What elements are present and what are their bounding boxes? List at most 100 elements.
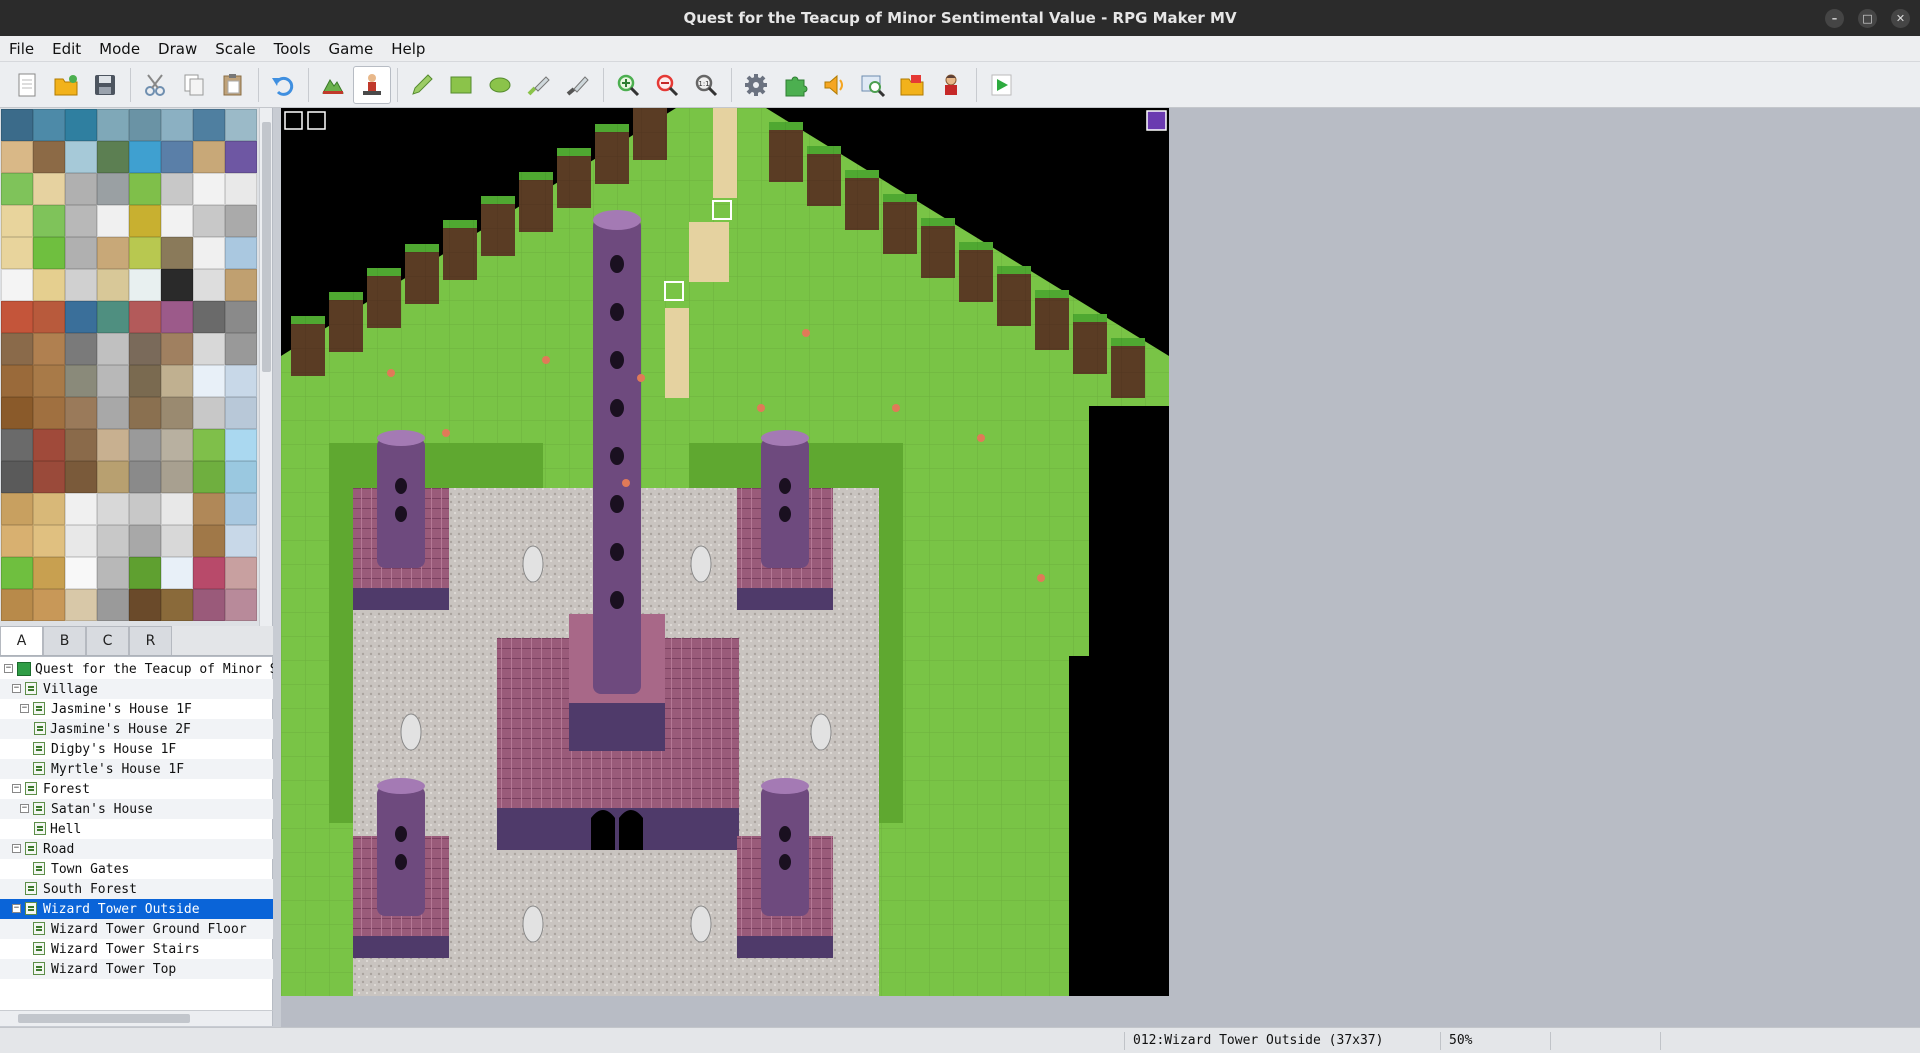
tileset-tile[interactable] bbox=[1, 461, 33, 493]
tileset-tile[interactable] bbox=[129, 205, 161, 237]
tileset-tile[interactable] bbox=[33, 493, 65, 525]
tileset-tile[interactable] bbox=[161, 237, 193, 269]
tileset-tile[interactable] bbox=[33, 333, 65, 365]
tileset-tile[interactable] bbox=[225, 301, 257, 333]
collapse-toggle-icon[interactable]: − bbox=[12, 904, 21, 913]
tileset-tile[interactable] bbox=[1, 237, 33, 269]
tileset-tile[interactable] bbox=[129, 365, 161, 397]
zoom-out-button[interactable] bbox=[648, 66, 686, 104]
tileset-tile[interactable] bbox=[97, 365, 129, 397]
tileset-tile[interactable] bbox=[97, 269, 129, 301]
tileset-tile[interactable] bbox=[33, 365, 65, 397]
tileset-tile[interactable] bbox=[1, 109, 33, 141]
map-tree-item[interactable]: Wizard Tower Ground Floor bbox=[0, 919, 273, 939]
tileset-tile[interactable] bbox=[161, 525, 193, 557]
shadow-pen-button[interactable] bbox=[559, 66, 597, 104]
map-tree-item[interactable]: Digby's House 1F bbox=[0, 739, 273, 759]
tileset-tile[interactable] bbox=[1, 269, 33, 301]
open-project-button[interactable] bbox=[47, 66, 85, 104]
tileset-tile[interactable] bbox=[97, 397, 129, 429]
tileset-tile[interactable] bbox=[225, 365, 257, 397]
tileset-tile[interactable] bbox=[33, 397, 65, 429]
map-render[interactable] bbox=[281, 108, 1169, 996]
collapse-toggle-icon[interactable]: − bbox=[12, 684, 21, 693]
tileset-tile[interactable] bbox=[33, 173, 65, 205]
tileset-tile[interactable] bbox=[33, 429, 65, 461]
tileset-tile[interactable] bbox=[225, 141, 257, 173]
map-tree-item[interactable]: Wizard Tower Stairs bbox=[0, 939, 273, 959]
tileset-tile[interactable] bbox=[97, 237, 129, 269]
tab-a[interactable]: A bbox=[0, 626, 43, 655]
rectangle-button[interactable] bbox=[442, 66, 480, 104]
tileset-tile[interactable] bbox=[33, 557, 65, 589]
map-tree-scroll-thumb[interactable] bbox=[18, 1014, 190, 1023]
map-tree-item[interactable]: − Village bbox=[0, 679, 273, 699]
tileset-scroll-thumb[interactable] bbox=[262, 122, 271, 372]
map-tree-item[interactable]: − Wizard Tower Outside bbox=[0, 899, 273, 919]
tileset-tile[interactable] bbox=[1, 173, 33, 205]
paste-button[interactable] bbox=[214, 66, 252, 104]
tileset-tile[interactable] bbox=[129, 397, 161, 429]
map-tree-item[interactable]: South Forest bbox=[0, 879, 273, 899]
close-icon[interactable]: ✕ bbox=[1891, 9, 1910, 28]
menu-file[interactable]: File bbox=[0, 40, 43, 58]
tileset-tile[interactable] bbox=[193, 205, 225, 237]
tileset-tile[interactable] bbox=[65, 301, 97, 333]
tileset-tile[interactable] bbox=[33, 301, 65, 333]
tileset-tile[interactable] bbox=[225, 589, 257, 621]
event-mode-button[interactable] bbox=[353, 65, 391, 104]
collapse-toggle-icon[interactable]: − bbox=[12, 844, 21, 853]
event-searcher-button[interactable] bbox=[854, 66, 892, 104]
tileset-tile[interactable] bbox=[129, 269, 161, 301]
tileset-tile[interactable] bbox=[161, 589, 193, 621]
tileset-tile[interactable] bbox=[33, 237, 65, 269]
tileset-tile[interactable] bbox=[129, 429, 161, 461]
tileset-tile[interactable] bbox=[65, 589, 97, 621]
map-tree-item[interactable]: Town Gates bbox=[0, 859, 273, 879]
tileset-tile[interactable] bbox=[193, 269, 225, 301]
tileset-tile[interactable] bbox=[161, 461, 193, 493]
tileset-tile[interactable] bbox=[161, 557, 193, 589]
tab-r[interactable]: R bbox=[129, 626, 172, 655]
map-tree-item[interactable]: − Jasmine's House 1F bbox=[0, 699, 273, 719]
collapse-toggle-icon[interactable]: − bbox=[20, 804, 29, 813]
tileset-tile[interactable] bbox=[65, 365, 97, 397]
ellipse-button[interactable] bbox=[481, 66, 519, 104]
actual-size-button[interactable]: 1:1 bbox=[687, 66, 725, 104]
tileset-tile[interactable] bbox=[33, 589, 65, 621]
tileset-tile[interactable] bbox=[161, 301, 193, 333]
tileset-tile[interactable] bbox=[97, 525, 129, 557]
tileset-tile[interactable] bbox=[193, 397, 225, 429]
map-tree[interactable]: − Quest for the Teacup of Minor Sentiment… bbox=[0, 656, 273, 1010]
tileset-tile[interactable] bbox=[225, 205, 257, 237]
tileset-scrollbar[interactable] bbox=[259, 108, 272, 626]
tileset-tile[interactable] bbox=[65, 525, 97, 557]
tileset-tile[interactable] bbox=[193, 493, 225, 525]
tab-c[interactable]: C bbox=[86, 626, 129, 655]
tileset-tile[interactable] bbox=[65, 269, 97, 301]
tileset-tile[interactable] bbox=[193, 109, 225, 141]
tileset-tile[interactable] bbox=[161, 205, 193, 237]
tileset-tile[interactable] bbox=[225, 269, 257, 301]
zoom-in-button[interactable] bbox=[609, 66, 647, 104]
tileset-tile[interactable] bbox=[65, 397, 97, 429]
map-tree-root[interactable]: − Quest for the Teacup of Minor Sentiment… bbox=[0, 659, 273, 679]
tileset-tile[interactable] bbox=[225, 397, 257, 429]
tileset-tile[interactable] bbox=[65, 141, 97, 173]
tileset-tile[interactable] bbox=[33, 269, 65, 301]
tileset-tile[interactable] bbox=[225, 557, 257, 589]
tileset-tile[interactable] bbox=[97, 205, 129, 237]
map-tree-hscrollbar[interactable] bbox=[0, 1010, 273, 1026]
character-generator-button[interactable] bbox=[932, 66, 970, 104]
tileset-tile[interactable] bbox=[65, 237, 97, 269]
tileset-tile[interactable] bbox=[129, 589, 161, 621]
tileset-tile[interactable] bbox=[193, 301, 225, 333]
tileset-tile[interactable] bbox=[33, 109, 65, 141]
tileset-tile[interactable] bbox=[33, 205, 65, 237]
tileset-tile[interactable] bbox=[161, 397, 193, 429]
map-tree-item[interactable]: − Satan's House bbox=[0, 799, 273, 819]
tileset-tile[interactable] bbox=[1, 301, 33, 333]
tileset-tile[interactable] bbox=[1, 589, 33, 621]
map-tree-item[interactable]: − Road bbox=[0, 839, 273, 859]
map-tree-item[interactable]: Jasmine's House 2F bbox=[0, 719, 273, 739]
